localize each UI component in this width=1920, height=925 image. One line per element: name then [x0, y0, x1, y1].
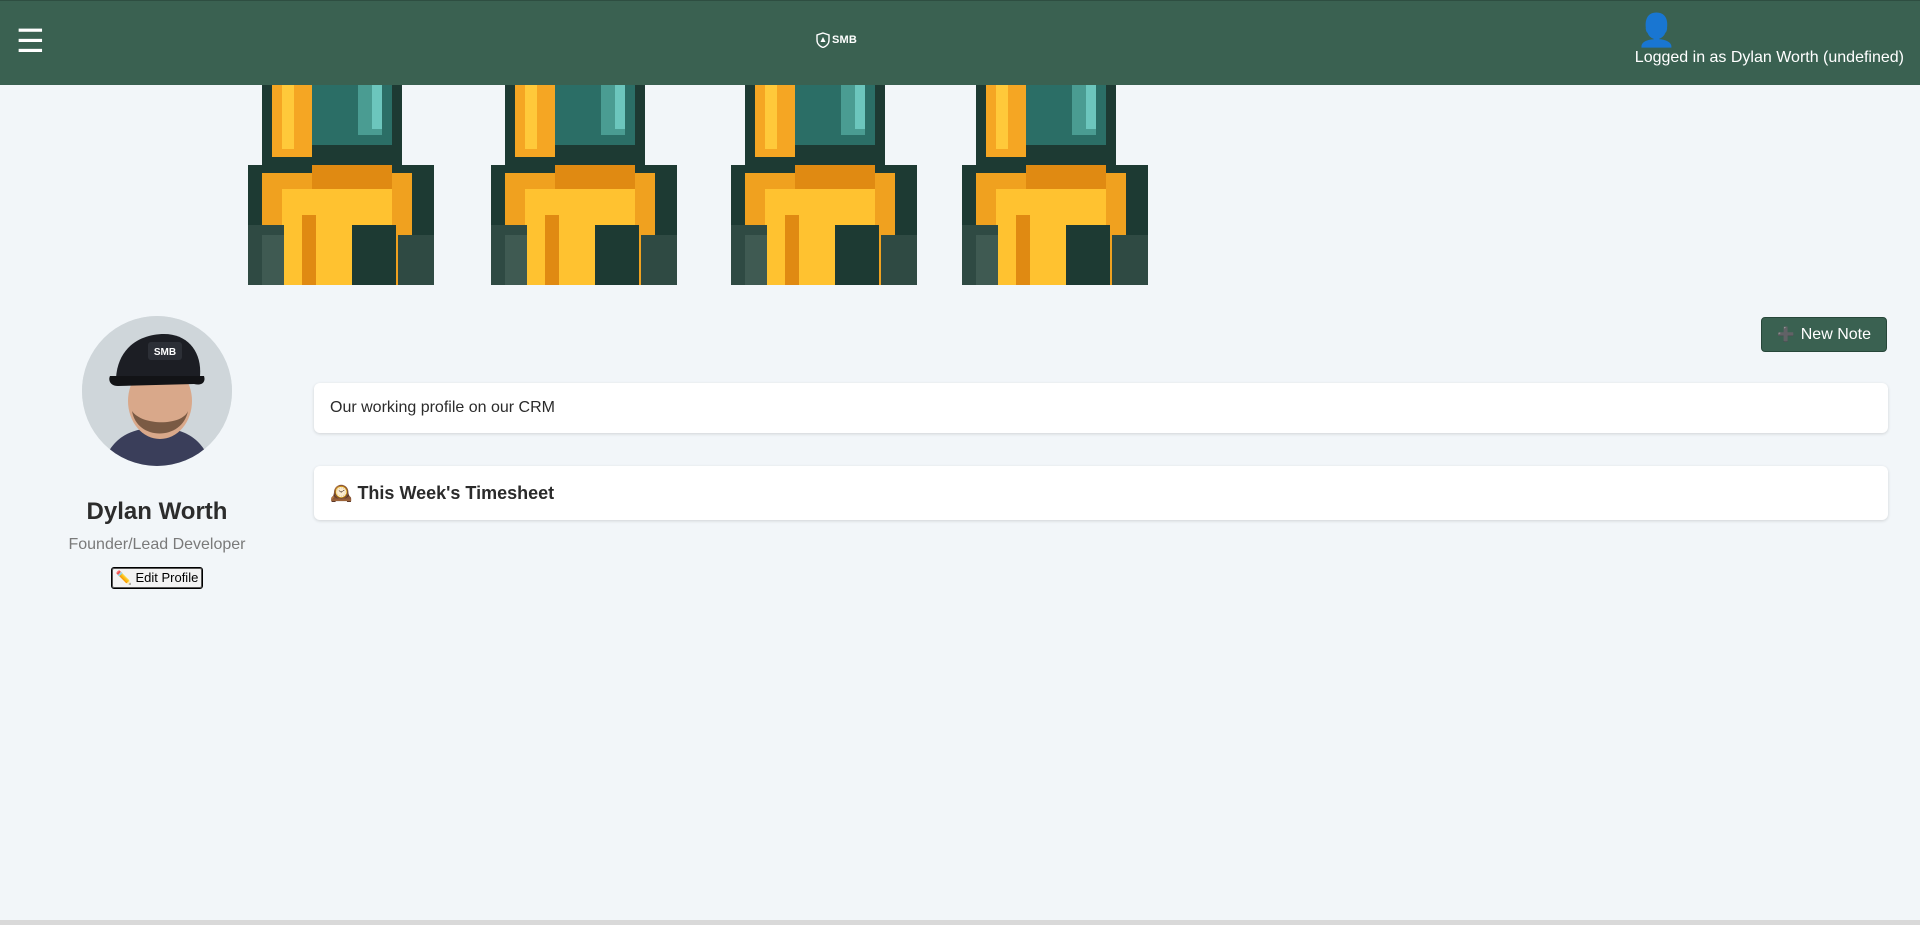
avatar-photo: SMB	[82, 316, 232, 466]
edit-profile-button[interactable]: ✏️ Edit Profile	[110, 567, 204, 589]
note-card[interactable]: Our working profile on our CRM	[314, 383, 1888, 433]
timesheet-card[interactable]: 🕰️ This Week's Timesheet	[314, 466, 1888, 520]
profile-name: Dylan Worth	[86, 498, 228, 525]
pixel-sprite-1	[248, 85, 434, 285]
app-logo[interactable]: SMB	[816, 32, 857, 48]
cap-logo-text: SMB	[154, 347, 176, 358]
logo-text: SMB	[832, 34, 858, 46]
avatar: SMB	[82, 316, 232, 466]
plus-icon: ➕	[1777, 326, 1795, 342]
top-navbar: ☰ SMB 👤 Logged in as Dylan Worth (undefi…	[0, 0, 1920, 85]
user-menu[interactable]: 👤 Logged in as Dylan Worth (undefined)	[1634, 14, 1904, 68]
user-icon[interactable]: 👤	[1637, 14, 1904, 46]
hamburger-menu-icon[interactable]: ☰	[16, 21, 45, 61]
clock-icon: 🕰️	[330, 483, 353, 503]
bottom-divider	[0, 920, 1920, 925]
note-text: Our working profile on our CRM	[330, 399, 555, 416]
shield-logo-icon	[816, 32, 830, 48]
timesheet-title: This Week's Timesheet	[357, 483, 555, 503]
new-note-label: New Note	[1800, 325, 1871, 343]
profile-sidebar: SMB Dylan Worth Founder/Lead Developer ✏…	[0, 316, 314, 589]
pixel-sprite-4	[962, 85, 1148, 285]
pixel-sprite-2	[491, 85, 677, 285]
logged-in-label: Logged in as Dylan Worth (undefined)	[1634, 49, 1904, 66]
profile-role: Founder/Lead Developer	[68, 536, 246, 553]
new-note-button[interactable]: ➕ New Note	[1761, 317, 1887, 352]
pixel-sprite-3	[731, 85, 917, 285]
sprite-banner	[248, 85, 1154, 285]
